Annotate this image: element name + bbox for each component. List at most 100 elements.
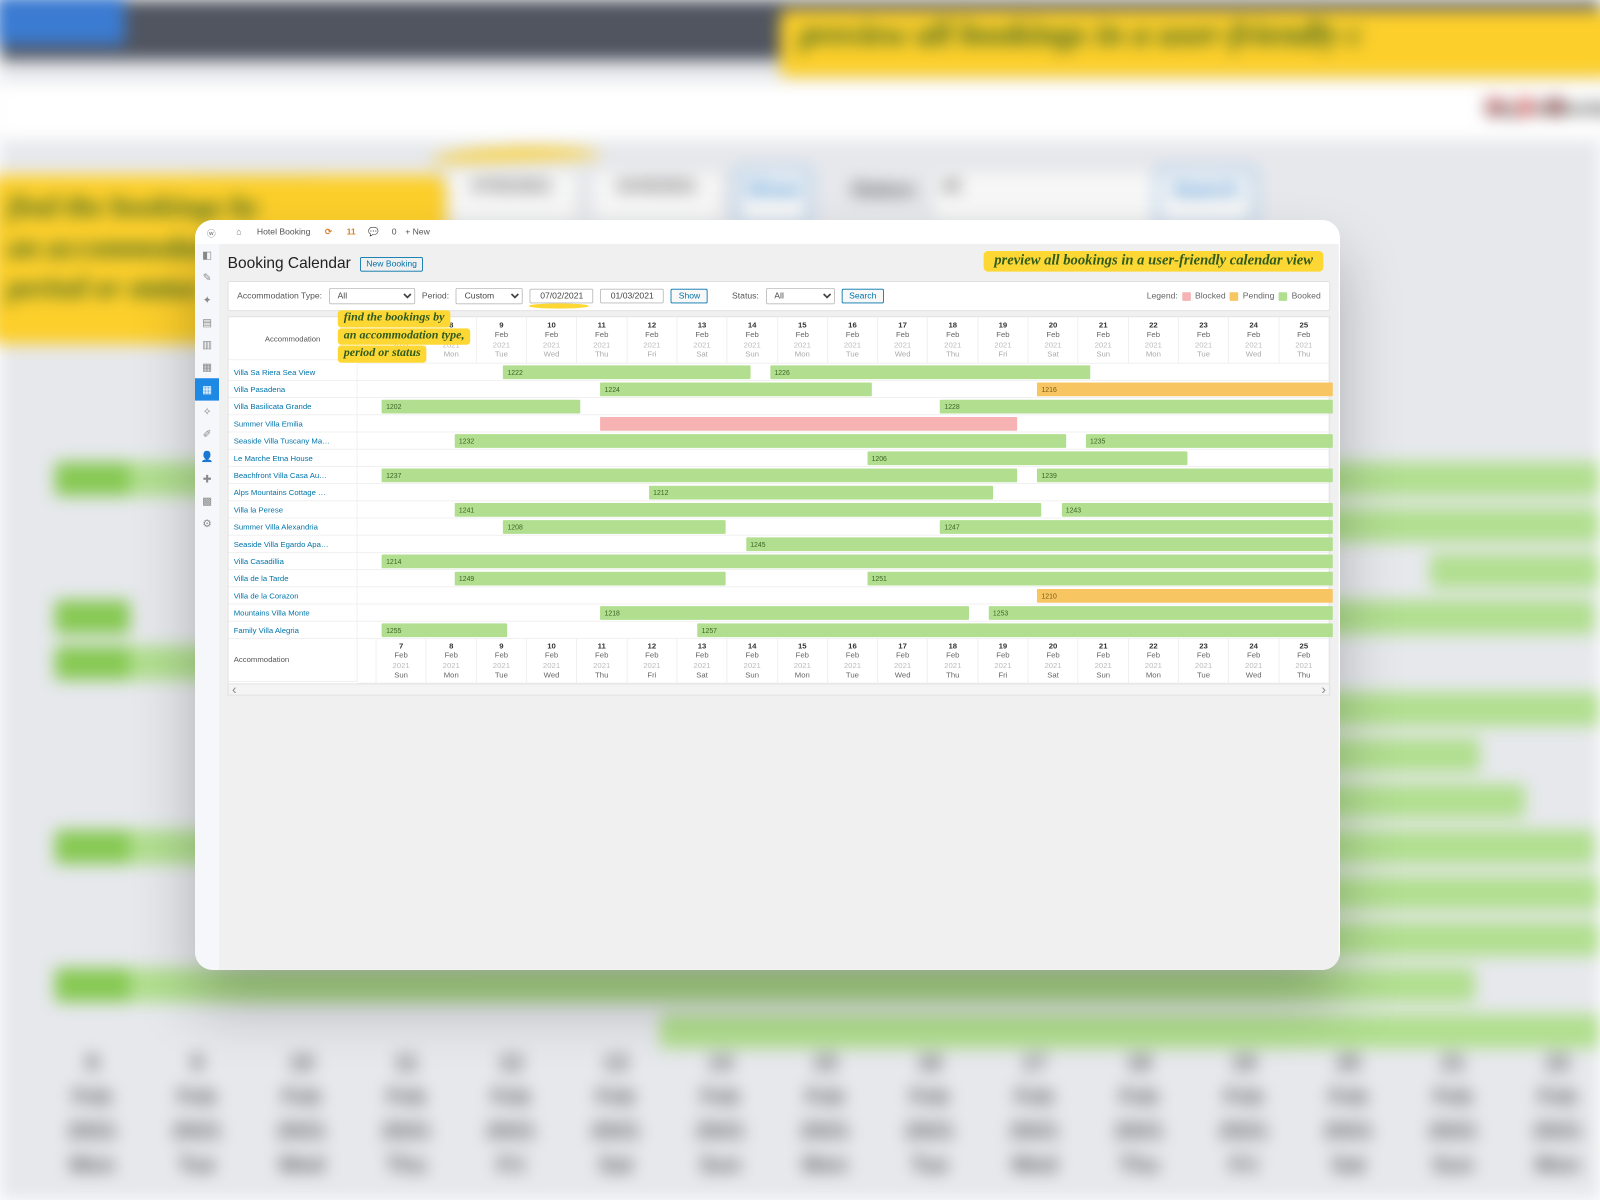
booking-bar[interactable]: 1249: [455, 572, 726, 586]
calendar-row: 1218 1253: [358, 604, 1330, 621]
sidebar-store-icon[interactable]: ▦: [195, 356, 219, 378]
site-name[interactable]: Hotel Booking: [257, 227, 311, 236]
annotation-top: preview all bookings in a user-friendly …: [984, 251, 1323, 272]
wordpress-icon[interactable]: ⓦ: [202, 226, 221, 239]
legend: Legend: Blocked Pending Booked: [1147, 291, 1321, 300]
calendar-row: 1222 1226: [358, 364, 1330, 381]
sidebar-key-icon[interactable]: ✧: [195, 401, 219, 423]
booking-bar[interactable]: 1210: [1037, 589, 1333, 603]
booking-bar[interactable]: 1218: [600, 606, 968, 620]
calendar-row: 1245: [358, 536, 1330, 553]
acc-type-select[interactable]: All: [329, 288, 415, 304]
comments-count: 0: [392, 227, 397, 236]
show-button[interactable]: Show: [671, 289, 708, 304]
accommodation-link[interactable]: Villa Pasadena: [229, 381, 358, 398]
booking-bar[interactable]: 1206: [867, 451, 1187, 465]
booking-bar[interactable]: 1212: [649, 486, 993, 500]
sidebar-dashboard-icon[interactable]: ◧: [195, 244, 219, 266]
legend-swatch-booked: [1279, 292, 1288, 301]
annotation-filters: find the bookings by an accommodation ty…: [338, 310, 471, 363]
wp-adminbar: ⓦ ⌂ Hotel Booking ⟳ 11 💬 0 + New: [195, 220, 1339, 244]
updates-count: 11: [347, 227, 356, 236]
calendar-row: 1255 1257: [358, 622, 1330, 639]
booking-bar[interactable]: 1228: [940, 400, 1333, 414]
booking-bar[interactable]: 1253: [989, 606, 1333, 620]
search-button[interactable]: Search: [841, 289, 884, 304]
accommodation-link[interactable]: Family Villa Alegria: [229, 622, 358, 639]
sidebar-comments-icon[interactable]: ▥: [195, 334, 219, 356]
home-icon[interactable]: ⌂: [229, 227, 248, 236]
booking-bar[interactable]: 1222: [503, 365, 750, 379]
calendar-row: 1214: [358, 553, 1330, 570]
date-from-input[interactable]: [530, 289, 594, 304]
calendar-row: 1241 1243: [358, 501, 1330, 518]
booking-bar[interactable]: 1247: [940, 520, 1333, 534]
accommodation-link[interactable]: Beachfront Villa Casa Au…: [229, 467, 358, 484]
booking-bar[interactable]: 1214: [382, 555, 1333, 569]
accommodation-link[interactable]: Villa Casadillia: [229, 553, 358, 570]
accommodation-link[interactable]: Villa Basilicata Grande: [229, 398, 358, 415]
bg-annotation-top: preview all bookings in a user-friendly …: [780, 10, 1600, 77]
booking-bar[interactable]: 1208: [503, 520, 726, 534]
acc-type-label: Accommodation Type:: [237, 291, 322, 300]
sidebar-pin-icon[interactable]: ✎: [195, 266, 219, 288]
accommodation-link[interactable]: Summer Villa Emilia: [229, 415, 358, 432]
new-link[interactable]: + New: [405, 227, 430, 236]
calendar-row: 1224 1216: [358, 381, 1330, 398]
booking-bar[interactable]: 1239: [1037, 469, 1333, 483]
calendar-row: 1232 1235: [358, 432, 1330, 449]
status-label: Status:: [732, 291, 759, 300]
legend-swatch-blocked: [1182, 292, 1191, 301]
period-label: Period:: [422, 291, 449, 300]
accommodation-link[interactable]: Le Marche Etna House: [229, 450, 358, 467]
updates-icon[interactable]: ⟳: [319, 227, 338, 236]
calendar-row: 1206: [358, 450, 1330, 467]
booking-bar[interactable]: 1243: [1061, 503, 1332, 517]
accommodation-link[interactable]: Seaside Villa Egardo Apa…: [229, 536, 358, 553]
screenshot-card: ⓦ ⌂ Hotel Booking ⟳ 11 💬 0 + New ◧ ✎ ✦ ▤…: [195, 220, 1340, 970]
sidebar-tools-icon[interactable]: ✚: [195, 468, 219, 490]
comments-icon[interactable]: 💬: [364, 227, 383, 236]
booking-bar[interactable]: [600, 417, 1017, 431]
booking-bar[interactable]: 1237: [382, 469, 1017, 483]
accommodation-link[interactable]: Villa la Perese: [229, 501, 358, 518]
calendar-row: 1237 1239: [358, 467, 1330, 484]
sidebar-pages-icon[interactable]: ▤: [195, 311, 219, 333]
booking-bar[interactable]: 1255: [382, 623, 508, 637]
sidebar-grid-icon[interactable]: ▩: [195, 490, 219, 512]
booking-bar[interactable]: 1245: [746, 537, 1333, 551]
accommodation-link[interactable]: Villa Sa Riera Sea View: [229, 364, 358, 381]
calendar-row: 1212: [358, 484, 1330, 501]
booking-bar[interactable]: 1216: [1037, 383, 1333, 397]
calendar-row: [358, 415, 1330, 432]
booking-bar[interactable]: 1241: [455, 503, 1042, 517]
accommodation-link[interactable]: Seaside Villa Tuscany Ma…: [229, 432, 358, 449]
booking-bar[interactable]: 1235: [1086, 434, 1333, 448]
booking-bar[interactable]: 1202: [382, 400, 580, 414]
date-to-input[interactable]: [600, 289, 664, 304]
accommodation-link[interactable]: Alps Mountains Cottage …: [229, 484, 358, 501]
sidebar-brush-icon[interactable]: ✐: [195, 423, 219, 445]
annotation-scribble: [529, 303, 589, 308]
calendar-row: 1202 1228: [358, 398, 1330, 415]
calendar-row: 1249 1251: [358, 570, 1330, 587]
accommodation-link[interactable]: Summer Villa Alexandria: [229, 518, 358, 535]
booking-bar[interactable]: 1251: [867, 572, 1332, 586]
sidebar-settings-icon[interactable]: ⚙: [195, 512, 219, 534]
calendar-row: 1210: [358, 587, 1330, 604]
accommodation-link[interactable]: Villa de la Corazon: [229, 587, 358, 604]
booking-bar[interactable]: 1257: [697, 623, 1332, 637]
accommodation-link[interactable]: Mountains Villa Monte: [229, 604, 358, 621]
sidebar-calendar-icon[interactable]: ▦: [195, 378, 219, 400]
booking-bar[interactable]: 1232: [455, 434, 1066, 448]
horizontal-scrollbar[interactable]: [228, 684, 1331, 695]
period-select[interactable]: Custom: [456, 288, 523, 304]
new-booking-button[interactable]: New Booking: [360, 257, 423, 272]
booking-bar[interactable]: 1226: [770, 365, 1090, 379]
booking-bar[interactable]: 1224: [600, 383, 871, 397]
sidebar-user-icon[interactable]: 👤: [195, 445, 219, 467]
accommodation-link[interactable]: Villa de la Tarde: [229, 570, 358, 587]
sidebar-media-icon[interactable]: ✦: [195, 289, 219, 311]
calendar-grid: Accommodation 7Feb2021Sun8Feb2021Mon9Feb…: [229, 317, 1330, 683]
status-select[interactable]: All: [766, 288, 835, 304]
